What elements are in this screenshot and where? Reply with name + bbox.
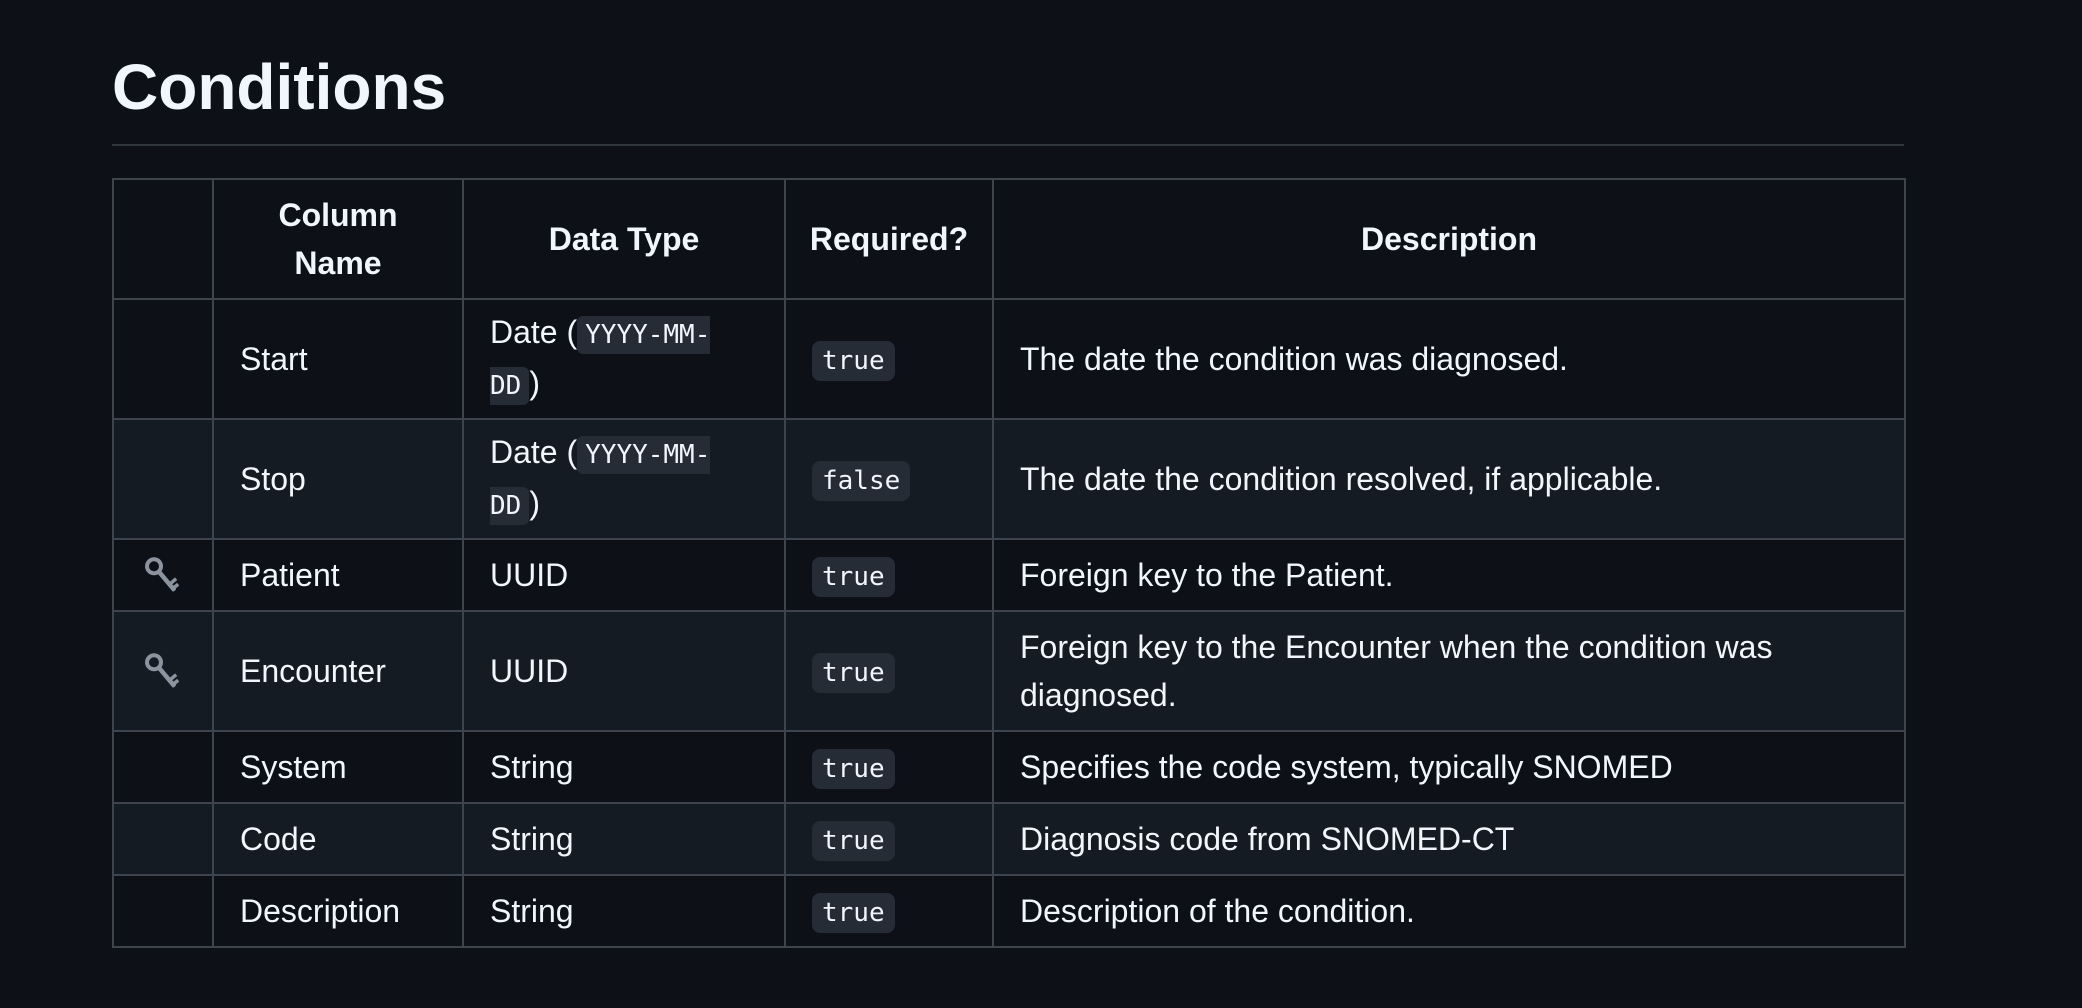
header-key	[112, 178, 214, 300]
data-type-cell: UUID	[462, 610, 786, 732]
header-column-name: Column Name	[212, 178, 464, 300]
required-cell: false	[784, 418, 994, 540]
table-row: Start Date (YYYY-MM-DD) true The date th…	[112, 298, 1906, 420]
table-row: Code String true Diagnosis code from SNO…	[112, 802, 1906, 876]
column-name-cell: System	[212, 730, 464, 804]
description-cell: Description of the condition.	[992, 874, 1906, 948]
required-value: true	[812, 652, 895, 693]
required-value: true	[812, 340, 895, 381]
table-row: Description String true Description of t…	[112, 874, 1906, 948]
key-cell	[112, 418, 214, 540]
column-name-cell: Patient	[212, 538, 464, 612]
data-type-cell: Date (YYYY-MM-DD)	[462, 298, 786, 420]
data-type-cell: UUID	[462, 538, 786, 612]
data-type-prefix: Date (	[490, 434, 578, 470]
column-name-cell: Encounter	[212, 610, 464, 732]
required-cell: true	[784, 874, 994, 948]
description-cell: Diagnosis code from SNOMED-CT	[992, 802, 1906, 876]
page-title: Conditions	[112, 44, 1904, 146]
required-cell: true	[784, 298, 994, 420]
table-row: Stop Date (YYYY-MM-DD) false The date th…	[112, 418, 1906, 540]
page-content: Conditions Column Name Data Type Require…	[112, 44, 1906, 948]
column-name-cell: Description	[212, 874, 464, 948]
required-value: false	[812, 460, 911, 501]
data-type-suffix: )	[529, 365, 540, 401]
column-name-cell: Stop	[212, 418, 464, 540]
description-cell: Specifies the code system, typically SNO…	[992, 730, 1906, 804]
key-cell	[112, 730, 214, 804]
required-cell: true	[784, 730, 994, 804]
header-data-type: Data Type	[462, 178, 786, 300]
key-cell	[112, 610, 214, 732]
table-row: System String true Specifies the code sy…	[112, 730, 1906, 804]
required-value: true	[812, 820, 895, 861]
data-type-cell: String	[462, 730, 786, 804]
description-cell: Foreign key to the Patient.	[992, 538, 1906, 612]
required-cell: true	[784, 538, 994, 612]
table-row: Encounter UUID true Foreign key to the E…	[112, 610, 1906, 732]
header-required: Required?	[784, 178, 994, 300]
conditions-table: Column Name Data Type Required? Descript…	[112, 178, 1906, 948]
data-type-cell: String	[462, 874, 786, 948]
required-cell: true	[784, 802, 994, 876]
data-type-prefix: Date (	[490, 314, 578, 350]
description-cell: The date the condition was diagnosed.	[992, 298, 1906, 420]
required-value: true	[812, 892, 895, 933]
table-row: Patient UUID true Foreign key to the Pat…	[112, 538, 1906, 612]
key-cell	[112, 538, 214, 612]
key-cell	[112, 802, 214, 876]
column-name-cell: Code	[212, 802, 464, 876]
header-description: Description	[992, 178, 1906, 300]
required-value: true	[812, 748, 895, 789]
table-header-row: Column Name Data Type Required? Descript…	[112, 178, 1906, 300]
description-cell: The date the condition resolved, if appl…	[992, 418, 1906, 540]
key-icon	[145, 557, 180, 592]
data-type-suffix: )	[529, 485, 540, 521]
key-icon	[145, 653, 180, 688]
required-cell: true	[784, 610, 994, 732]
required-value: true	[812, 556, 895, 597]
key-cell	[112, 298, 214, 420]
key-cell	[112, 874, 214, 948]
data-type-cell: Date (YYYY-MM-DD)	[462, 418, 786, 540]
column-name-cell: Start	[212, 298, 464, 420]
description-cell: Foreign key to the Encounter when the co…	[992, 610, 1906, 732]
data-type-cell: String	[462, 802, 786, 876]
